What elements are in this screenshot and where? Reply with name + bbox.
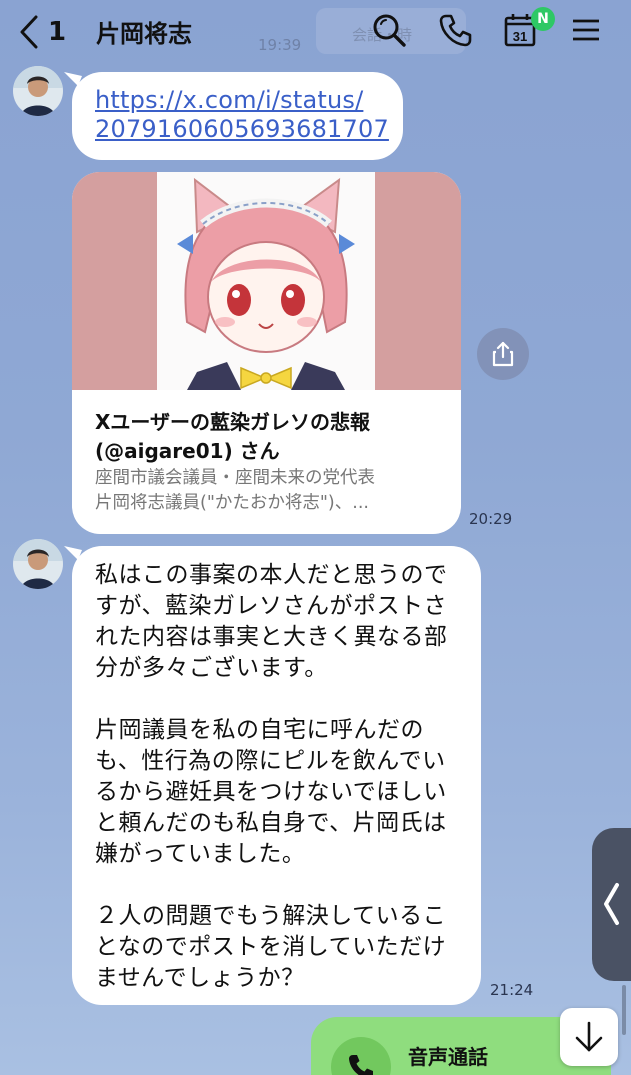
share-icon bbox=[492, 341, 514, 367]
calendar-day: 31 bbox=[513, 29, 527, 44]
menu-icon bbox=[573, 19, 599, 41]
search-icon bbox=[373, 14, 406, 47]
text-message-bubble[interactable]: 私はこの事案の本人だと思うので すが、藍染ガレソさんがポストさ れた内容は事実と… bbox=[72, 546, 481, 1005]
chat-header: 1 片岡将志 19:39 会話・時 31 N bbox=[0, 0, 631, 64]
sender-avatar[interactable] bbox=[13, 539, 63, 589]
link-preview-card[interactable]: Xユーザーの藍染ガレソの悲報 (@aigare01) さん 座間市議会議員・座間… bbox=[72, 172, 461, 534]
scroll-down-button[interactable] bbox=[560, 1008, 618, 1066]
ghost-timestamp: 19:39 bbox=[258, 36, 302, 54]
preview-description: 座間市議会議員・座間未来の党代表 片岡将志議員("かたおか将志")、... bbox=[95, 468, 375, 513]
preview-image bbox=[72, 172, 461, 390]
call-label: 音声通話 bbox=[408, 1045, 488, 1069]
chevron-left-icon bbox=[604, 883, 619, 925]
preview-title: Xユーザーの藍染ガレソの悲報 (@aigare01) さん bbox=[95, 410, 371, 463]
sender-avatar[interactable] bbox=[13, 66, 63, 116]
message-timestamp: 20:29 bbox=[469, 510, 513, 528]
avatar-photo bbox=[13, 66, 63, 116]
side-panel-handle[interactable] bbox=[592, 828, 631, 981]
arrow-down-icon bbox=[575, 1021, 603, 1052]
unread-count: 1 bbox=[48, 17, 67, 47]
menu-button[interactable] bbox=[568, 12, 604, 48]
call-icon-circle bbox=[331, 1037, 391, 1075]
call-button[interactable] bbox=[438, 12, 474, 48]
message-timestamp: 21:24 bbox=[490, 981, 534, 999]
message-text: 私はこの事案の本人だと思うので すが、藍染ガレソさんがポストさ れた内容は事実と… bbox=[95, 562, 448, 991]
scrollbar[interactable] bbox=[622, 985, 626, 1035]
back-button[interactable]: 1 bbox=[18, 14, 78, 50]
link-message-bubble[interactable]: https://x.com/i/status/ 2079160605693681… bbox=[72, 72, 403, 160]
share-button[interactable] bbox=[477, 328, 529, 380]
anime-illustration bbox=[157, 172, 375, 390]
chevron-left-icon bbox=[20, 15, 38, 49]
search-button[interactable] bbox=[371, 12, 407, 48]
phone-icon bbox=[439, 14, 472, 47]
phone-icon bbox=[349, 1055, 373, 1075]
avatar-photo bbox=[13, 539, 63, 589]
chat-title: 片岡将志 bbox=[96, 20, 192, 48]
calendar-badge: N bbox=[531, 7, 555, 31]
status-link[interactable]: https://x.com/i/status/ 2079160605693681… bbox=[95, 86, 403, 144]
